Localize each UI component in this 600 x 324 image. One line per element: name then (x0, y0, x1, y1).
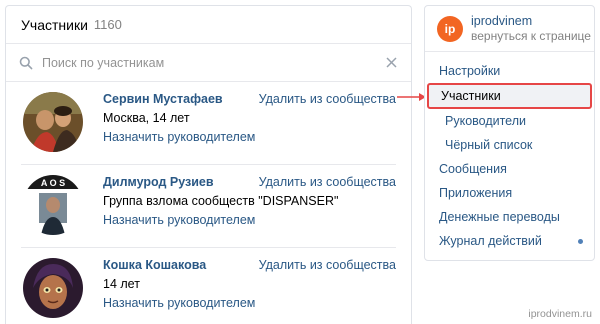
menu-item-blacklist[interactable]: Чёрный список (425, 133, 594, 157)
members-count: 1160 (93, 17, 122, 32)
search-icon (19, 56, 33, 69)
menu-item-settings[interactable]: Настройки (425, 59, 594, 83)
assign-manager-link[interactable]: Назначить руководителем (103, 130, 255, 144)
group-name[interactable]: iprodvinem (471, 14, 591, 29)
menu-item-apps[interactable]: Приложения (425, 181, 594, 205)
member-name[interactable]: Кошка Кошакова (103, 258, 206, 272)
members-header: Участники 1160 (6, 6, 411, 44)
member-name[interactable]: Дилмурод Рузиев (103, 175, 214, 189)
menu-item-managers[interactable]: Руководители (425, 109, 594, 133)
svg-text:A O S: A O S (41, 178, 65, 188)
arrow-right-icon (397, 93, 426, 101)
member-name[interactable]: Сервин Мустафаев (103, 92, 223, 106)
unread-dot-icon (578, 239, 583, 244)
search-bar (6, 44, 411, 82)
remove-member-link[interactable]: Удалить из сообщества (259, 92, 396, 106)
member-description: Москва, 14 лет (103, 111, 190, 125)
avatar[interactable]: A O S (23, 175, 83, 235)
menu-item-action-log[interactable]: Журнал действий (425, 229, 594, 253)
remove-member-link[interactable]: Удалить из сообщества (259, 175, 396, 189)
watermark: iprodvinem.ru (528, 308, 592, 320)
members-title: Участники (21, 16, 88, 33)
search-input[interactable] (42, 55, 386, 70)
member-row: A O S Дилмурод Рузиев Группа взлома сооб… (21, 165, 396, 248)
avatar[interactable] (23, 92, 83, 152)
group-logo[interactable]: ip (437, 15, 463, 42)
management-menu: ip iprodvinem вернуться к странице Настр… (424, 5, 595, 261)
assign-manager-link[interactable]: Назначить руководителем (103, 296, 255, 310)
member-row: Сервин Мустафаев Москва, 14 лет Назначит… (21, 82, 396, 165)
assign-manager-link[interactable]: Назначить руководителем (103, 213, 255, 227)
group-info: iprodvinem вернуться к странице (471, 14, 591, 44)
avatar[interactable] (23, 258, 83, 318)
menu-item-messages[interactable]: Сообщения (425, 157, 594, 181)
menu-item-money-transfers[interactable]: Денежные переводы (425, 205, 594, 229)
back-to-page-link[interactable]: вернуться к странице (471, 29, 591, 44)
members-panel: Участники 1160 Сервин Мустафаев (5, 5, 412, 324)
menu-item-members[interactable]: Участники (427, 83, 592, 109)
group-header[interactable]: ip iprodvinem вернуться к странице (425, 6, 594, 52)
member-row: Кошка Кошакова 14 лет Назначить руководи… (21, 248, 396, 324)
member-description: Группа взлома сообществ "DISPANSER" (103, 194, 339, 208)
close-icon[interactable] (386, 57, 397, 68)
menu-item-label: Журнал действий (439, 234, 542, 248)
remove-member-link[interactable]: Удалить из сообщества (259, 258, 396, 272)
member-description: 14 лет (103, 277, 140, 291)
menu-list: Настройки Участники Руководители Чёрный … (425, 52, 594, 253)
